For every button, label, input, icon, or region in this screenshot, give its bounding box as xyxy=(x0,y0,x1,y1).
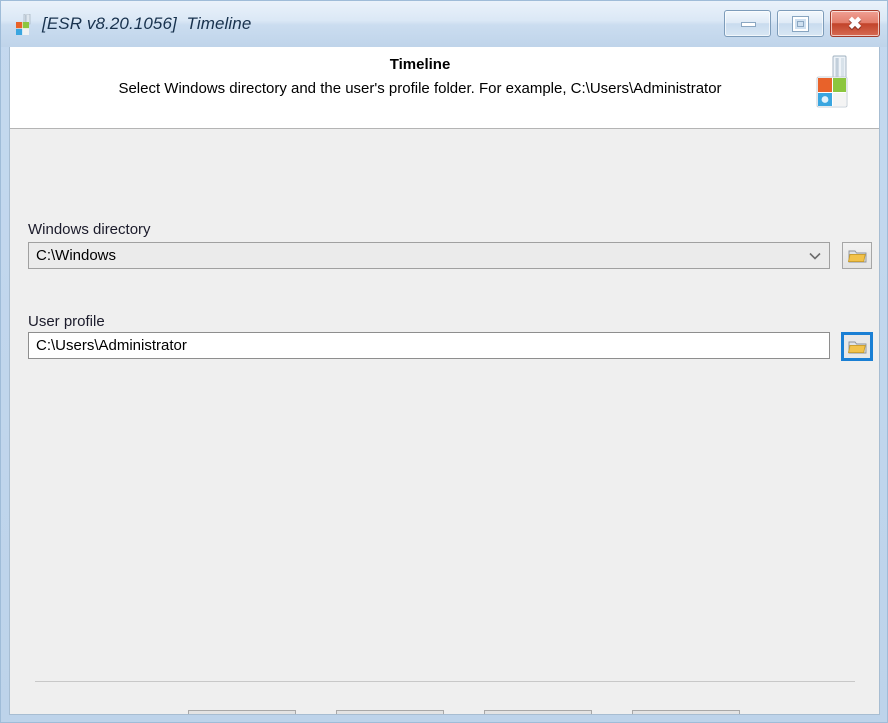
form-area: Windows directory C:\Windows User profil… xyxy=(10,130,879,714)
close-icon: ✖ xyxy=(847,14,863,33)
page-title: Timeline xyxy=(389,56,451,73)
header-banner: Timeline Select Windows directory and th… xyxy=(10,47,879,129)
windows-directory-label: Windows directory xyxy=(28,221,151,238)
folder-icon xyxy=(847,341,866,353)
footer-separator xyxy=(35,681,855,682)
user-profile-input[interactable] xyxy=(28,332,830,359)
close-dialog-button[interactable]: Close xyxy=(632,710,740,714)
windows-directory-browse-button[interactable] xyxy=(842,242,872,269)
client-area: Timeline Select Windows directory and th… xyxy=(9,47,880,715)
app-icon xyxy=(16,14,31,35)
maximize-icon xyxy=(791,15,809,32)
close-button[interactable]: ✖ xyxy=(830,10,880,37)
folder-icon xyxy=(847,250,866,262)
title-bar[interactable]: [ESR v8.20.1056] Timeline ✖ xyxy=(1,1,887,47)
app-icon-large xyxy=(816,55,848,108)
back-button[interactable]: << Back xyxy=(336,710,444,714)
dialog-button-bar: Help << Back Next >> Close xyxy=(10,710,879,714)
next-button[interactable]: Next >> xyxy=(484,710,592,714)
chevron-down-icon xyxy=(809,252,821,260)
page-subtitle: Select Windows directory and the user's … xyxy=(118,80,722,97)
application-window: [ESR v8.20.1056] Timeline ✖ Timeline Sel… xyxy=(0,0,888,723)
user-profile-browse-button[interactable] xyxy=(841,332,873,361)
user-profile-label: User profile xyxy=(28,313,105,330)
maximize-button[interactable] xyxy=(777,10,824,37)
windows-directory-combobox[interactable]: C:\Windows xyxy=(28,242,830,269)
windows-directory-value: C:\Windows xyxy=(36,247,117,264)
help-button[interactable]: Help xyxy=(188,710,296,714)
minimize-button[interactable] xyxy=(724,10,771,37)
window-title: [ESR v8.20.1056] Timeline xyxy=(42,14,252,33)
window-controls: ✖ xyxy=(724,10,880,37)
minimize-icon xyxy=(740,21,756,27)
